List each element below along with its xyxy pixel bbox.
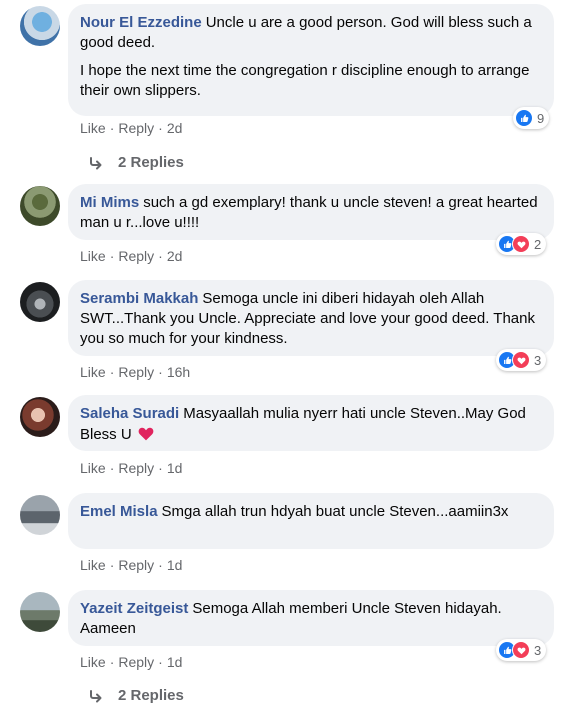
timestamp[interactable]: 2d: [167, 120, 183, 136]
reply-link[interactable]: Reply: [118, 460, 154, 476]
like-link[interactable]: Like: [80, 120, 106, 136]
love-icon: [512, 235, 530, 253]
comment-text: Smga allah trun hdyah buat uncle Steven.…: [161, 503, 509, 520]
like-link[interactable]: Like: [80, 557, 106, 573]
like-link[interactable]: Like: [80, 654, 106, 670]
comment-bubble: Nour El Ezzedine Uncle u are a good perso…: [68, 4, 554, 116]
comment-author[interactable]: Serambi Makkah: [80, 290, 198, 307]
reply-arrow-icon: [88, 155, 104, 171]
comment: Saleha Suradi Masyaallah mulia nyerr hati…: [0, 395, 576, 485]
comment-actions: Like · Reply · 1d: [80, 557, 183, 573]
timestamp[interactable]: 1d: [167, 557, 183, 573]
reactions-summary[interactable]: 3: [496, 639, 547, 661]
timestamp[interactable]: 1d: [167, 460, 183, 476]
comment: Emel Misla Smga allah trun hdyah buat unc…: [0, 493, 576, 583]
reply-link[interactable]: Reply: [118, 120, 154, 136]
comment-actions: Like · Reply · 1d: [80, 654, 183, 670]
reply-link[interactable]: Reply: [118, 654, 154, 670]
comment-author[interactable]: Saleha Suradi: [80, 405, 179, 422]
comment-text: I hope the next time the congregation r …: [80, 62, 530, 99]
comment-bubble: Saleha Suradi Masyaallah mulia nyerr hati…: [68, 395, 554, 451]
reaction-count: 2: [534, 236, 542, 252]
reaction-count: 3: [534, 642, 542, 658]
like-icon: [515, 109, 533, 127]
love-icon: [512, 641, 530, 659]
reactions-summary[interactable]: 9: [513, 107, 550, 129]
comment: Yazeit Zeitgeist Semoga Allah memberi Unc…: [0, 590, 576, 708]
avatar[interactable]: [20, 282, 60, 322]
comment-author[interactable]: Mi Mims: [80, 194, 139, 211]
red-heart-emoji-icon: [138, 427, 154, 441]
comment-actions: Like · Reply · 2d: [80, 248, 183, 264]
replies-label: 2 Replies: [118, 687, 184, 704]
like-link[interactable]: Like: [80, 248, 106, 264]
like-link[interactable]: Like: [80, 460, 106, 476]
comment: Mi Mims such a gd exemplary! thank u uncl…: [0, 182, 576, 272]
love-icon: [512, 351, 530, 369]
comment: Serambi Makkah Semoga uncle ini diberi hi…: [0, 280, 576, 390]
avatar[interactable]: [20, 495, 60, 535]
replies-label: 2 Replies: [118, 154, 184, 171]
reactions-summary[interactable]: 2: [496, 233, 547, 255]
reply-link[interactable]: Reply: [118, 364, 154, 380]
comment-actions: Like · Reply · 2d: [80, 120, 183, 136]
comment-bubble: Yazeit Zeitgeist Semoga Allah memberi Unc…: [68, 590, 554, 646]
reaction-count: 3: [534, 352, 542, 368]
avatar[interactable]: [20, 592, 60, 632]
comment-bubble: Mi Mims such a gd exemplary! thank u uncl…: [68, 184, 554, 240]
timestamp[interactable]: 16h: [167, 364, 190, 380]
view-replies-button[interactable]: 2 Replies: [88, 687, 184, 704]
reply-link[interactable]: Reply: [118, 248, 154, 264]
comment-actions: Like · Reply · 1d: [80, 460, 183, 476]
comment-bubble: Emel Misla Smga allah trun hdyah buat unc…: [68, 493, 554, 549]
comment-author[interactable]: Emel Misla: [80, 503, 158, 520]
comment-author[interactable]: Yazeit Zeitgeist: [80, 600, 188, 617]
reply-link[interactable]: Reply: [118, 557, 154, 573]
reaction-count: 9: [537, 110, 545, 126]
avatar[interactable]: [20, 186, 60, 226]
like-link[interactable]: Like: [80, 364, 106, 380]
avatar[interactable]: [20, 397, 60, 437]
view-replies-button[interactable]: 2 Replies: [88, 154, 184, 171]
comment-bubble: Serambi Makkah Semoga uncle ini diberi hi…: [68, 280, 554, 356]
avatar[interactable]: [20, 6, 60, 46]
comment: Nour El Ezzedine Uncle u are a good perso…: [0, 0, 576, 180]
timestamp[interactable]: 1d: [167, 654, 183, 670]
reply-arrow-icon: [88, 688, 104, 704]
comment-text: such a gd exemplary! thank u uncle steve…: [80, 194, 538, 231]
comment-author[interactable]: Nour El Ezzedine: [80, 14, 202, 31]
timestamp[interactable]: 2d: [167, 248, 183, 264]
reactions-summary[interactable]: 3: [496, 349, 547, 371]
comment-actions: Like · Reply · 16h: [80, 364, 191, 380]
